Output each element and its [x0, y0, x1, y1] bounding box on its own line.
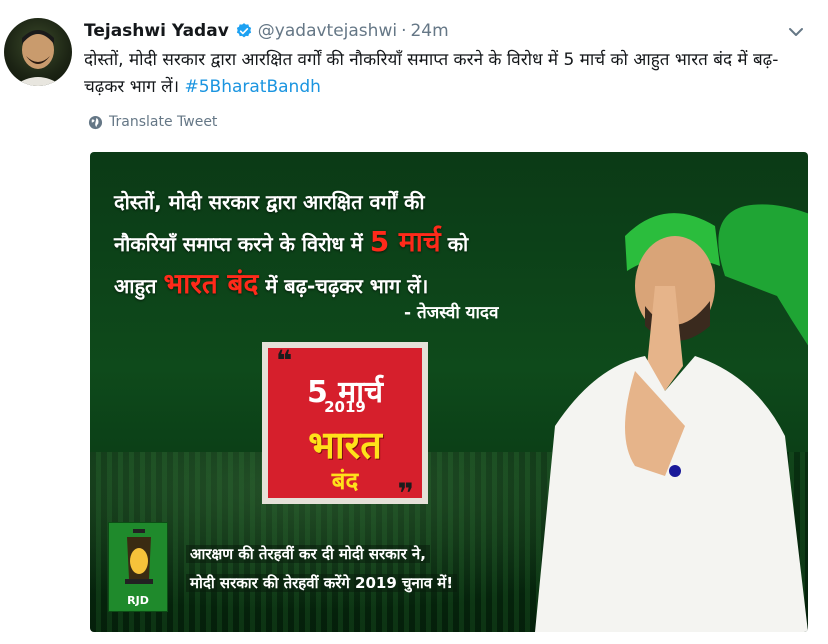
tweet-text: दोस्तों, मोदी सरकार द्वारा आरक्षित वर्गो… [84, 47, 800, 101]
globe-icon [88, 115, 103, 129]
close-quote-icon: ❞ [397, 477, 414, 510]
timestamp[interactable]: 24m [410, 21, 448, 41]
lantern-icon [125, 529, 153, 584]
person-figure [535, 204, 808, 632]
poster-quote-text: आहुत [114, 274, 157, 298]
verified-badge-icon [236, 23, 251, 38]
avatar-photo [14, 30, 62, 86]
chevron-down-icon[interactable] [786, 22, 806, 42]
poster-quote-text: में बढ़-चढ़कर भाग लें। [265, 274, 429, 298]
badge-inner: ❝ 5 मार्च 2019 भारत बंद ❞ [268, 344, 422, 510]
poster-quote-text: को [447, 232, 469, 256]
badge-bharat: भारत [308, 423, 382, 467]
slogan-text: मोदी सरकार की तेरहवीं करेंगे 2019 चुनाव … [186, 574, 458, 592]
poster-quote: दोस्तों, मोदी सरकार द्वारा आरक्षित वर्गो… [114, 182, 534, 306]
slogan-line: आरक्षण की तेरहवीं कर दी मोदी सरकार ने, [186, 540, 556, 569]
poster-author: - तेजस्वी यादव [404, 303, 499, 323]
hashtag-link[interactable]: #5BharatBandh [184, 77, 320, 97]
badge-year: 2019 [324, 398, 366, 416]
poster-quote-line: दोस्तों, मोदी सरकार द्वारा आरक्षित वर्गो… [114, 190, 425, 214]
rjd-logo: RJD [108, 522, 168, 612]
translate-tweet-link[interactable]: Translate Tweet [88, 114, 217, 130]
avatar[interactable] [4, 18, 72, 86]
slogan-line: मोदी सरकार की तेरहवीं करेंगे 2019 चुनाव … [186, 569, 556, 598]
bharat-bandh-badge: ❝ 5 मार्च 2019 भारत बंद ❞ [262, 342, 428, 510]
rjd-logo-text: RJD [127, 594, 149, 607]
poster-highlight-date: 5 मार्च [369, 225, 441, 258]
handle[interactable]: @yadavtejashwi [258, 21, 397, 41]
poster-quote-text: नौकरियाँ समाप्त करने के विरोध में [114, 232, 363, 256]
separator-dot: · [401, 21, 407, 41]
display-name[interactable]: Tejashwi Yadav [84, 21, 229, 41]
translate-label: Translate Tweet [109, 114, 218, 130]
poster-quote-line: नौकरियाँ समाप्त करने के विरोध में 5 मार्… [114, 222, 534, 264]
tweet-header: Tejashwi Yadav @yadavtejashwi · 24m [84, 19, 449, 43]
poster-slogan: आरक्षण की तेरहवीं कर दी मोदी सरकार ने, म… [186, 540, 556, 598]
tweet-media-image[interactable]: दोस्तों, मोदी सरकार द्वारा आरक्षित वर्गो… [90, 152, 808, 632]
poster-highlight-bandh: भारत बंद [163, 267, 259, 300]
slogan-text: आरक्षण की तेरहवीं कर दी मोदी सरकार ने, [186, 545, 430, 563]
